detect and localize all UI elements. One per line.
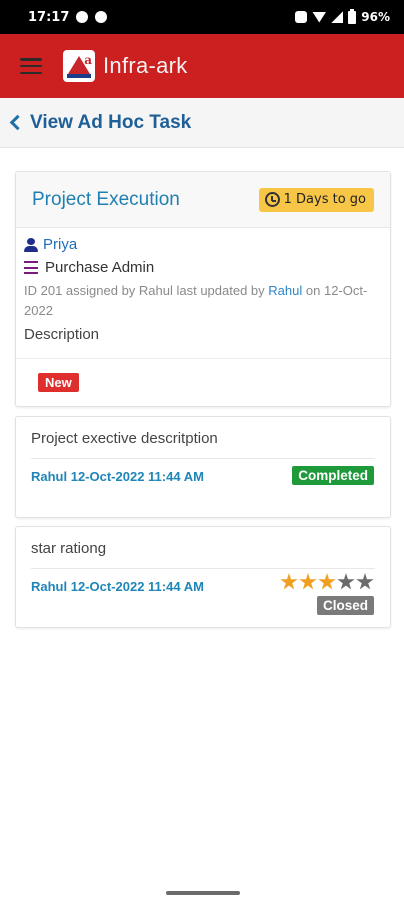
status-badge-completed: Completed: [292, 466, 374, 485]
signal-icon: [331, 11, 344, 23]
star-filled-icon: [280, 573, 298, 590]
divider: [16, 358, 390, 359]
app-brand-name: Infra-ark: [103, 53, 188, 78]
battery-icon: [348, 8, 357, 24]
message-notification-icon: [76, 11, 89, 23]
meta-updated-by[interactable]: Rahul: [268, 283, 302, 298]
list-icon: [24, 261, 38, 274]
app-logo: a: [63, 50, 95, 82]
star-filled-icon: [318, 573, 336, 590]
comment-meta: Rahul 12-Oct-2022 11:44 AM: [31, 579, 204, 594]
task-role: Purchase Admin: [45, 259, 155, 276]
star-empty-icon: [356, 573, 374, 590]
comment-meta: Rahul 12-Oct-2022 11:44 AM: [31, 469, 204, 484]
status-bar: 17:17 96%: [0, 0, 404, 34]
status-time: 17:17: [28, 9, 70, 25]
divider: [31, 568, 375, 569]
task-card-header: Project Execution 1 Days to go: [16, 172, 390, 228]
call-icon: [295, 11, 308, 23]
task-title: Project Execution: [32, 188, 180, 210]
status-badge-closed: Closed: [316, 596, 374, 615]
comment-text: Project exective descritption: [31, 430, 218, 447]
task-meta: ID 201 assigned by Rahul last updated by…: [24, 281, 382, 321]
chevron-left-icon[interactable]: [9, 114, 26, 131]
wifi-icon: [312, 11, 327, 23]
comment-card: Project exective descritption Rahul 12-O…: [15, 416, 391, 518]
task-card: Project Execution 1 Days to go Priya Pur…: [15, 171, 391, 407]
star-rating: [280, 573, 374, 591]
meta-prefix: ID 201 assigned by Rahul last updated by: [24, 283, 265, 298]
alarm-clock-icon: [264, 192, 280, 207]
task-owner[interactable]: Priya: [43, 236, 77, 253]
battery-percent: 96%: [361, 10, 390, 24]
due-badge: 1 Days to go: [258, 187, 374, 212]
due-label: 1 Days to go: [283, 192, 366, 207]
user-icon: [24, 237, 38, 252]
comment-card: star rationg Rahul 12-Oct-2022 11:44 AM …: [15, 526, 391, 628]
star-filled-icon: [299, 573, 317, 590]
star-empty-icon: [337, 573, 355, 590]
home-indicator[interactable]: [166, 891, 240, 895]
status-badge: New: [38, 373, 79, 392]
chat-notification-icon: [95, 11, 108, 23]
menu-icon[interactable]: [20, 58, 42, 74]
comment-text: star rationg: [31, 540, 107, 557]
description-label: Description: [24, 326, 100, 343]
back-navigation[interactable]: View Ad Hoc Task: [0, 98, 404, 148]
page-title: View Ad Hoc Task: [30, 111, 192, 133]
app-header: a Infra-ark: [0, 34, 404, 98]
divider: [31, 458, 375, 459]
